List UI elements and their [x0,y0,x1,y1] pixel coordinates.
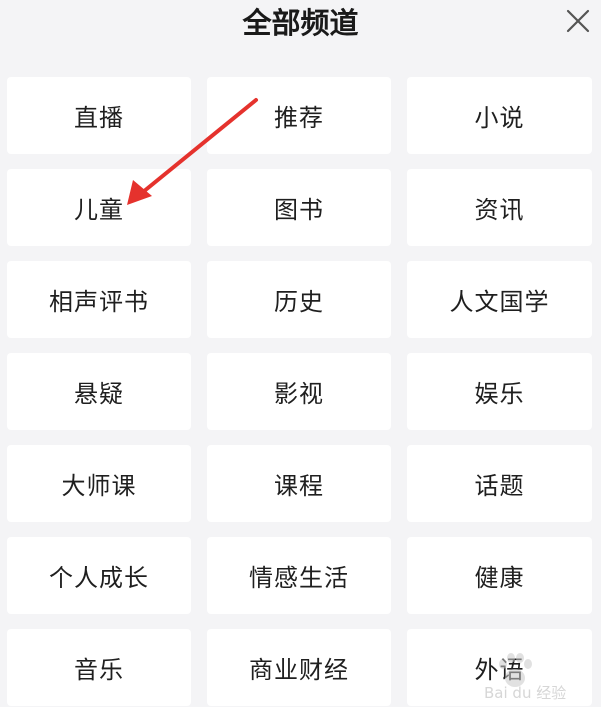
close-button[interactable] [565,8,591,34]
channel-tile-recommend[interactable]: 推荐 [207,77,391,154]
channel-tile-history[interactable]: 历史 [207,261,391,338]
channel-tile-emotional-life[interactable]: 情感生活 [207,537,391,614]
channel-tile-health[interactable]: 健康 [407,537,592,614]
channel-tile-novel[interactable]: 小说 [407,77,592,154]
channel-tile-music[interactable]: 音乐 [7,629,191,706]
channel-tile-foreign-language[interactable]: 外语 [407,629,592,706]
channel-tile-humanities[interactable]: 人文国学 [407,261,592,338]
page-title: 全部频道 [242,6,359,40]
channel-panel-header: 全部频道 [0,0,601,50]
channel-tile-entertainment[interactable]: 娱乐 [407,353,592,430]
channel-tile-news[interactable]: 资讯 [407,169,592,246]
channel-tile-live[interactable]: 直播 [7,77,191,154]
channel-grid: 直播 推荐 小说 儿童 图书 资讯 相声评书 历史 人文国学 悬疑 影视 娱乐 … [7,77,592,706]
channel-tile-crosstalk-storytelling[interactable]: 相声评书 [7,261,191,338]
close-icon [566,9,590,33]
channel-tile-books[interactable]: 图书 [207,169,391,246]
channel-tile-suspense[interactable]: 悬疑 [7,353,191,430]
channel-tile-personal-growth[interactable]: 个人成长 [7,537,191,614]
channel-tile-masterclass[interactable]: 大师课 [7,445,191,522]
channel-tile-courses[interactable]: 课程 [207,445,391,522]
channel-tile-business-finance[interactable]: 商业财经 [207,629,391,706]
channel-tile-topics[interactable]: 话题 [407,445,592,522]
channel-tile-film-tv[interactable]: 影视 [207,353,391,430]
channel-tile-children[interactable]: 儿童 [7,169,191,246]
